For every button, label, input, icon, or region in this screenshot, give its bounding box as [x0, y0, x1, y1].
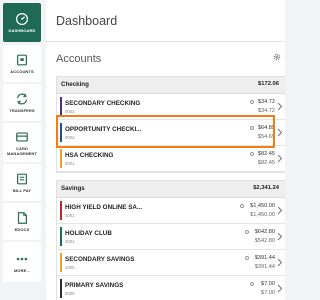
group-savings: Savings $2,341.24 HIGH YIELD ONLINE SA..…	[56, 180, 285, 300]
nav-transfers[interactable]: TRANSFERS	[3, 84, 41, 121]
nav-edocs[interactable]: EDOCS	[3, 203, 41, 240]
nav-more[interactable]: MORE...	[3, 242, 41, 282]
nav-card-management[interactable]: CARD MANAGEMENT	[3, 123, 41, 162]
account-balance: $1,450.00	[250, 203, 275, 209]
account-color-bar	[60, 253, 62, 272]
account-balance: $34.72	[257, 99, 275, 105]
info-icon	[240, 204, 244, 208]
account-color-bar	[60, 279, 62, 298]
available-balance: $7.00	[261, 290, 275, 296]
account-number: 0000	[65, 291, 75, 296]
info-icon	[250, 100, 254, 104]
nav-dashboard[interactable]: DASHBOARD	[3, 3, 41, 42]
chevron-right-icon	[277, 206, 283, 215]
account-name: PRIMARY SAVINGS	[65, 282, 124, 289]
group-header[interactable]: Savings $2,341.24	[57, 181, 285, 198]
available-balance: $34.72	[257, 108, 275, 114]
transfers-icon	[17, 93, 27, 105]
nav-label: CARD MANAGEMENT	[6, 146, 38, 156]
more-icon	[16, 257, 28, 261]
account-name: SECONDARY CHECKING	[65, 100, 141, 107]
accounts-icon	[17, 54, 27, 66]
info-icon	[245, 230, 249, 234]
chevron-right-icon	[277, 284, 283, 293]
account-color-bar	[60, 227, 62, 246]
account-number: 1001	[65, 213, 75, 218]
highlight-box	[56, 115, 275, 148]
account-name: HIGH YIELD ONLINE SA...	[65, 204, 143, 211]
nav-label: MORE...	[13, 268, 31, 273]
gear-icon[interactable]	[273, 53, 281, 61]
card-icon	[16, 132, 28, 142]
available-balance: $391.44	[254, 264, 275, 270]
sidebar: DASHBOARD ACCOUNTS TRANSFERS CARD MANAGE…	[0, 0, 46, 300]
group-name: Savings	[61, 185, 85, 192]
account-color-bar	[60, 201, 62, 220]
chevron-right-icon	[277, 154, 283, 163]
account-balance: $642.80	[254, 229, 275, 235]
account-row[interactable]: HOLIDAY CLUB 2001 $642.80 $542.80	[57, 224, 285, 250]
nav-label: BILL PAY	[12, 188, 32, 193]
available-balance: $542.80	[254, 238, 275, 244]
account-color-bar	[60, 97, 62, 116]
group-name: Checking	[61, 81, 89, 88]
account-number: 0001	[65, 161, 75, 166]
group-total: $172.06	[258, 81, 279, 87]
nav-label: TRANSFERS	[9, 108, 35, 113]
account-name: HSA CHECKING	[65, 152, 114, 159]
page-title: Dashboard	[56, 14, 118, 28]
document-icon	[17, 212, 27, 224]
group-header[interactable]: Checking $172.06	[57, 77, 285, 94]
account-name: SECONDARY SAVINGS	[65, 256, 135, 263]
account-row[interactable]: SECONDARY SAVINGS 1000 $391.44 $391.44	[57, 250, 285, 276]
bill-pay-icon	[17, 173, 27, 185]
group-total: $2,341.24	[253, 185, 279, 191]
chevron-right-icon	[277, 102, 283, 111]
nav-label: DASHBOARD	[8, 28, 36, 33]
account-balance: $7.00	[261, 281, 275, 287]
available-balance: $82.45	[257, 160, 275, 166]
account-number: 0003	[65, 109, 75, 114]
account-balance: $391.44	[254, 255, 275, 261]
account-color-bar	[60, 149, 62, 168]
nav-label: ACCOUNTS	[10, 69, 34, 74]
chevron-right-icon	[277, 128, 283, 137]
account-number: 1000	[65, 265, 75, 270]
app: DASHBOARD ACCOUNTS TRANSFERS CARD MANAGE…	[0, 0, 285, 300]
chevron-right-icon	[277, 232, 283, 241]
info-icon	[250, 152, 254, 156]
account-row[interactable]: HSA CHECKING 0001 $82.45 $82.45	[57, 146, 285, 172]
account-row[interactable]: PRIMARY SAVINGS 0000 $7.00 $7.00	[57, 276, 285, 300]
info-icon	[250, 282, 254, 286]
nav-accounts[interactable]: ACCOUNTS	[3, 45, 41, 82]
chevron-right-icon	[277, 258, 283, 267]
header: Dashboard	[46, 0, 285, 42]
available-balance: $1,450.00	[250, 212, 275, 218]
nav-bill-pay[interactable]: BILL PAY	[3, 164, 41, 201]
account-number: 2001	[65, 239, 75, 244]
nav-label: EDOCS	[14, 227, 30, 232]
info-icon	[245, 256, 249, 260]
accounts-title: Accounts	[56, 53, 102, 65]
content: Accounts Checking $172.06 SECONDARY CHEC…	[46, 42, 285, 300]
account-row[interactable]: HIGH YIELD ONLINE SA... 1001 $1,450.00 $…	[57, 198, 285, 224]
dashboard-icon	[15, 12, 29, 26]
account-balance: $82.45	[257, 151, 275, 157]
account-name: HOLIDAY CLUB	[65, 230, 112, 237]
